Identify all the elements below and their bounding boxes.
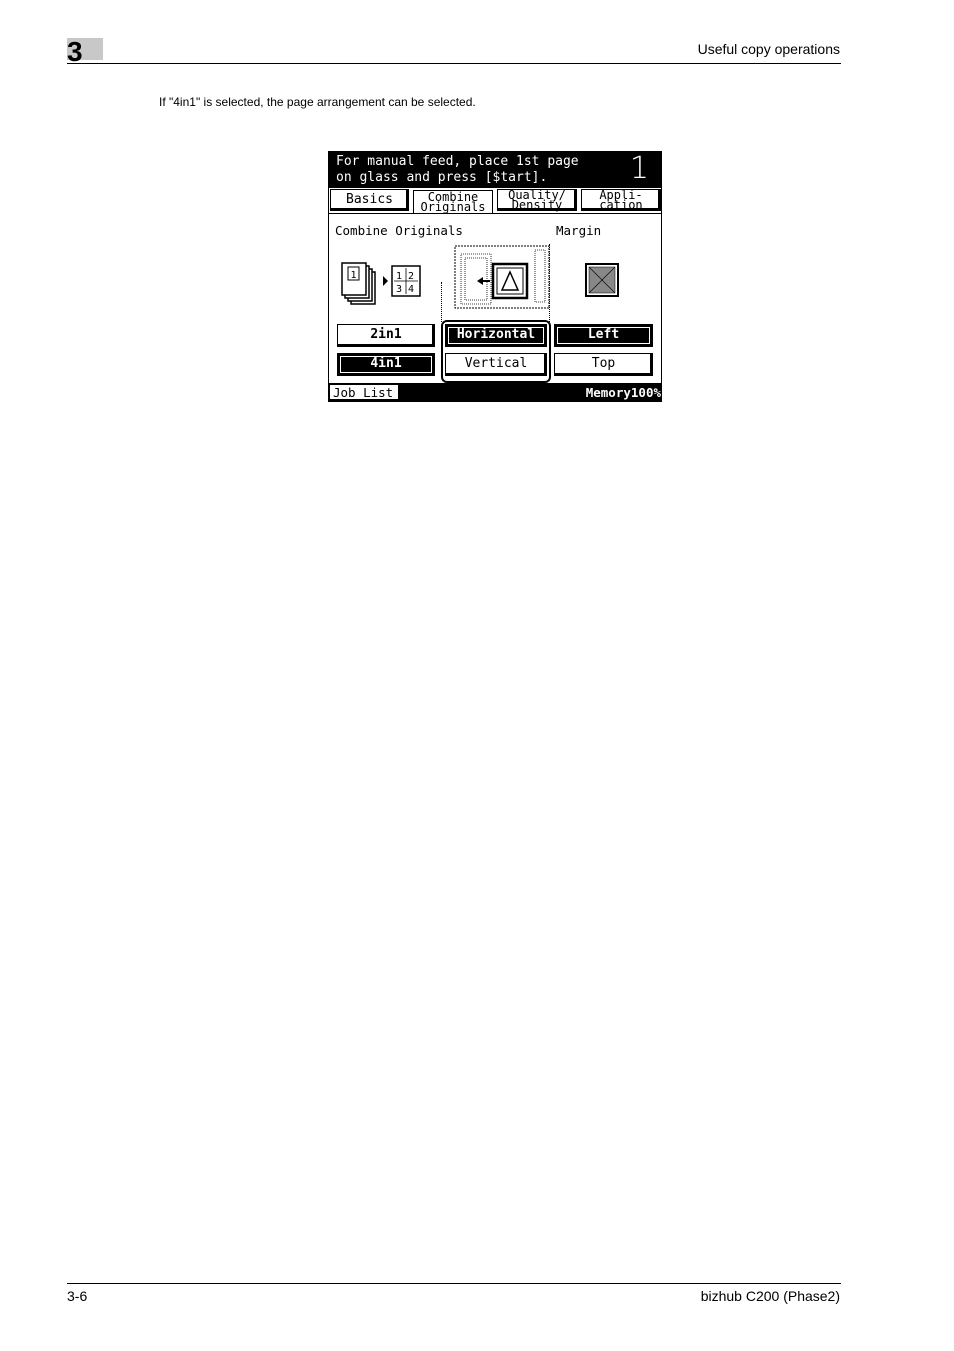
status-bar: Job List Memory100% bbox=[329, 383, 661, 401]
button-2in1[interactable]: 2in1 bbox=[337, 324, 435, 347]
page-number: 3-6 bbox=[67, 1288, 88, 1304]
divider-dotted-1 bbox=[441, 282, 442, 322]
message-line-2: on glass and press [$tart]. bbox=[336, 170, 548, 185]
tab-bar: Basics Combine Originals Quality/ Densit… bbox=[329, 188, 661, 213]
header-rule bbox=[67, 63, 841, 64]
button-horizontal[interactable]: Horizontal bbox=[445, 324, 547, 347]
divider-dotted-2 bbox=[549, 244, 550, 322]
copier-panel-screenshot: For manual feed, place 1st page on glass… bbox=[328, 151, 662, 402]
copier-glass-icon bbox=[454, 245, 550, 309]
combine-pages-icon: 1 1 2 3 4 bbox=[341, 262, 421, 305]
tab-quality-line2: Density bbox=[511, 198, 563, 212]
tab-application-line2: cation bbox=[599, 198, 643, 212]
tab-basics-label: Basics bbox=[346, 192, 393, 207]
tab-quality-density[interactable]: Quality/ Density bbox=[497, 189, 577, 211]
intro-text: If "4in1" is selected, the page arrangem… bbox=[159, 95, 476, 109]
memory-indicator: Memory100% bbox=[585, 385, 661, 400]
tab-underline bbox=[329, 213, 661, 214]
footer-rule bbox=[67, 1283, 841, 1284]
running-header: Useful copy operations bbox=[697, 41, 840, 57]
button-4in1[interactable]: 4in1 bbox=[337, 353, 435, 376]
button-left[interactable]: Left bbox=[554, 324, 653, 347]
tab-basics[interactable]: Basics bbox=[330, 189, 409, 211]
icon-page-label: 1 bbox=[351, 270, 357, 281]
combine-originals-label: Combine Originals bbox=[335, 223, 463, 238]
copy-count: 1 bbox=[629, 151, 649, 186]
margin-label: Margin bbox=[556, 223, 602, 238]
button-vertical[interactable]: Vertical bbox=[445, 353, 547, 376]
job-list-button[interactable]: Job List bbox=[329, 384, 401, 401]
message-line-1: For manual feed, place 1st page bbox=[336, 154, 579, 169]
icon-page-label: 1 bbox=[396, 271, 402, 282]
icon-page-label: 3 bbox=[396, 284, 402, 295]
product-name: bizhub C200 (Phase2) bbox=[700, 1288, 840, 1304]
icon-page-label: 2 bbox=[408, 271, 414, 282]
margin-page-icon bbox=[585, 263, 619, 297]
message-bar: For manual feed, place 1st page on glass… bbox=[329, 151, 661, 188]
tab-combine-line2: Originals bbox=[420, 200, 486, 214]
button-top[interactable]: Top bbox=[554, 353, 653, 376]
icon-page-label: 4 bbox=[408, 284, 414, 295]
tab-application[interactable]: Appli- cation bbox=[581, 189, 661, 211]
tab-combine-originals[interactable]: Combine Originals bbox=[413, 190, 493, 213]
